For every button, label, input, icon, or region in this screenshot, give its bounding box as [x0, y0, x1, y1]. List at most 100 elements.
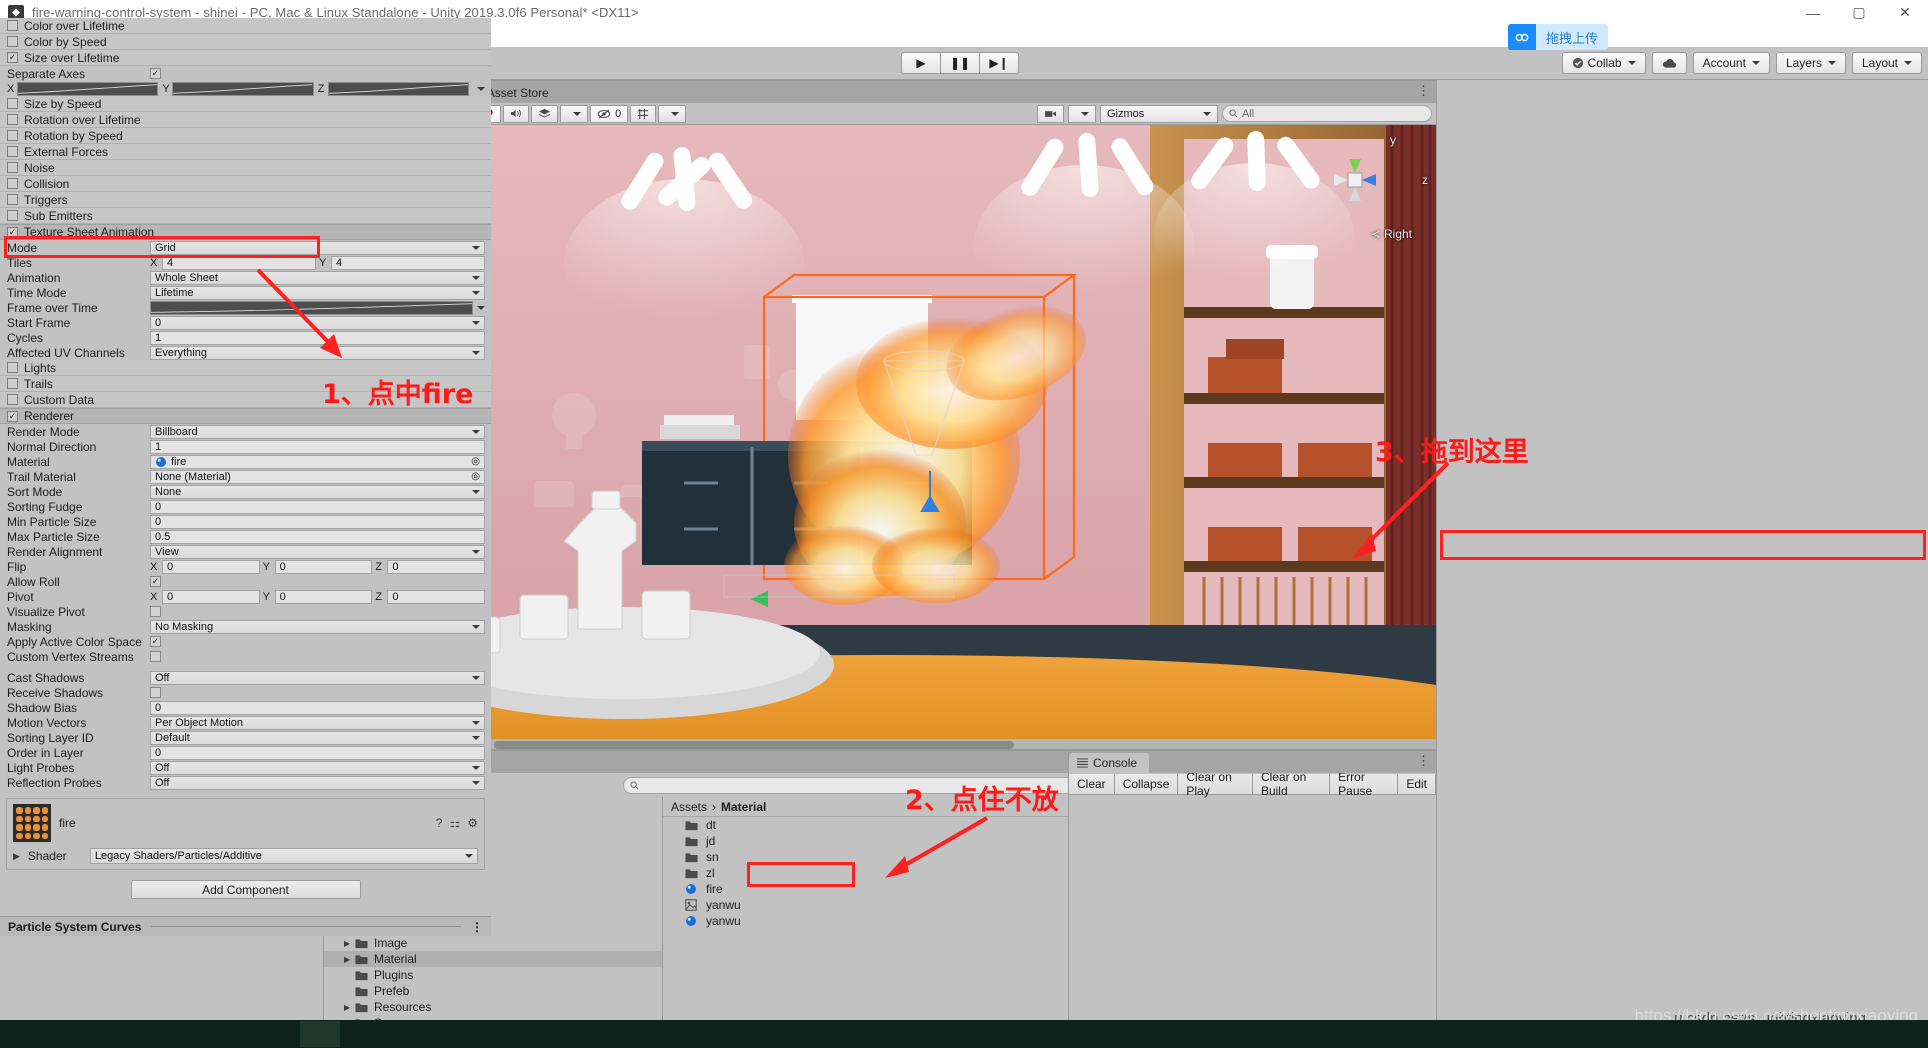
scene-hidden-objects-toggle[interactable]: 0 — [590, 104, 629, 123]
upload-badge[interactable]: 拖拽上传 — [1507, 24, 1608, 50]
property-input[interactable]: 0 — [150, 514, 485, 529]
collab-button[interactable]: Collab — [1561, 52, 1646, 74]
gear-icon[interactable]: ⚙ — [467, 816, 478, 830]
inspector-body[interactable]: Color over Lifetime Color by Speed ✓ Size o… — [0, 18, 491, 936]
checkbox[interactable] — [7, 146, 18, 157]
axis-input-z[interactable]: 0 — [387, 559, 486, 574]
property-input[interactable]: 0 — [150, 745, 485, 760]
property-dropdown[interactable]: Lifetime — [150, 285, 485, 300]
axis-input-y[interactable]: 0 — [274, 559, 373, 574]
inspector-module-size-by-speed[interactable]: Size by Speed — [0, 96, 491, 112]
layers-button[interactable]: Layers — [1775, 52, 1846, 74]
inspector-module-noise[interactable]: Noise — [0, 160, 491, 176]
shader-dropdown[interactable]: Legacy Shaders/Particles/Additive — [89, 848, 478, 864]
property-dropdown[interactable]: Off — [150, 775, 485, 790]
disclosure-triangle-icon[interactable]: ▶ — [344, 939, 355, 948]
disclosure-triangle-icon[interactable]: ▶ — [344, 955, 355, 964]
checkbox[interactable] — [7, 20, 18, 31]
checkbox[interactable] — [7, 362, 18, 373]
inspector-module-triggers[interactable]: Triggers — [0, 192, 491, 208]
size-curve-y[interactable] — [172, 81, 314, 96]
project-tree-item-material[interactable]: ▶ Material — [324, 951, 662, 967]
scene-grid-toggle[interactable] — [630, 104, 657, 123]
scene-fx-dropdown[interactable] — [560, 104, 589, 123]
property-input[interactable]: 0.5 — [150, 529, 485, 544]
object-picker-icon[interactable]: ◎ — [471, 471, 480, 482]
checkbox[interactable] — [7, 394, 18, 405]
property-curve-field[interactable] — [150, 300, 473, 315]
axis-input-x[interactable]: 0 — [162, 589, 260, 604]
scene-audio-toggle[interactable] — [503, 104, 530, 123]
project-tree-item-plugins[interactable]: Plugins — [324, 967, 662, 983]
pause-button[interactable]: ❚❚ — [940, 52, 980, 74]
console-panel-menu-icon[interactable]: ⋮ — [1417, 754, 1430, 767]
inspector-module-collision[interactable]: Collision — [0, 176, 491, 192]
checkbox[interactable] — [7, 114, 18, 125]
checkbox[interactable]: ✓ — [150, 68, 161, 79]
checkbox[interactable]: ✓ — [150, 636, 161, 647]
scene-fx-toggle[interactable] — [531, 104, 559, 123]
property-input[interactable]: 1 — [150, 439, 485, 454]
scene-panel-menu-icon[interactable]: ⋮ — [1417, 84, 1430, 97]
console-collapse-button[interactable]: Collapse — [1114, 773, 1179, 794]
checkbox[interactable]: ✓ — [7, 410, 18, 422]
property-dropdown[interactable]: No Masking — [150, 619, 485, 634]
play-button[interactable]: ▶ — [901, 52, 941, 74]
layout-button[interactable]: Layout — [1851, 52, 1922, 74]
scene-grid-dropdown[interactable] — [658, 104, 687, 123]
property-input[interactable]: 0 — [150, 700, 485, 715]
breadcrumb-item-assets[interactable]: Assets — [671, 800, 707, 814]
inspector-module-size-over-lifetime[interactable]: ✓ Size over Lifetime — [0, 50, 491, 66]
scene-camera-settings-icon[interactable] — [1037, 104, 1064, 123]
property-dropdown[interactable]: None — [150, 484, 485, 499]
property-object-field[interactable]: None (Material) ◎ — [150, 469, 485, 484]
inspector-module-color-by-speed[interactable]: Color by Speed — [0, 34, 491, 50]
inspector-module-lights[interactable]: Lights — [0, 360, 491, 376]
axis-input-y[interactable]: 0 — [274, 589, 373, 604]
gizmos-dropdown[interactable]: Gizmos — [1100, 104, 1218, 123]
checkbox[interactable] — [150, 606, 161, 617]
project-tree-item-resources[interactable]: ▶ Resources — [324, 999, 662, 1015]
step-button[interactable]: ▶❙ — [979, 52, 1019, 74]
project-tree-item-prefeb[interactable]: Prefeb — [324, 983, 662, 999]
scene-orientation-gizmo[interactable] — [1312, 137, 1398, 223]
axis-input-y[interactable]: 4 — [331, 255, 485, 270]
console-clear-button[interactable]: Clear — [1069, 773, 1115, 794]
size-curve-x[interactable] — [17, 81, 159, 96]
checkbox[interactable] — [150, 687, 161, 698]
checkbox[interactable] — [7, 98, 18, 109]
property-object-field[interactable]: fire ◎ — [150, 454, 485, 469]
console-log-area[interactable] — [1069, 795, 1436, 1047]
object-picker-icon[interactable]: ◎ — [471, 456, 480, 467]
inspector-module-color-over-lifetime[interactable]: Color over Lifetime — [0, 18, 491, 34]
console-error-pause-button[interactable]: Error Pause — [1330, 770, 1399, 798]
property-dropdown[interactable]: Default — [150, 730, 485, 745]
axis-input-x[interactable]: 0 — [162, 559, 260, 574]
checkbox[interactable] — [7, 178, 18, 189]
add-component-button[interactable]: Add Component — [130, 880, 361, 899]
checkbox[interactable]: ✓ — [7, 226, 18, 238]
axis-input-z[interactable]: 0 — [387, 589, 486, 604]
help-icon[interactable]: ? — [436, 816, 443, 830]
scene-search-input[interactable]: All — [1222, 105, 1432, 122]
property-input[interactable]: 1 — [150, 330, 485, 345]
inspector-module-trails[interactable]: Trails — [0, 376, 491, 392]
console-edit-button[interactable]: Edit — [1398, 773, 1437, 794]
property-dropdown[interactable]: Per Object Motion — [150, 715, 485, 730]
property-dropdown[interactable]: View — [150, 544, 485, 559]
taskbar-item[interactable] — [300, 1021, 340, 1047]
axis-input-x[interactable]: 4 — [162, 255, 316, 270]
checkbox[interactable] — [7, 194, 18, 205]
texture-sheet-animation-header[interactable]: ✓ Texture Sheet Animation — [0, 224, 491, 240]
console-clear-on-build-button[interactable]: Clear on Build — [1252, 770, 1331, 798]
account-button[interactable]: Account — [1692, 52, 1770, 74]
property-dropdown[interactable]: 0 — [150, 315, 485, 330]
checkbox[interactable]: ✓ — [150, 576, 161, 587]
maximize-button[interactable]: ▢ — [1836, 0, 1882, 25]
checkbox[interactable] — [7, 130, 18, 141]
checkbox[interactable] — [150, 651, 161, 662]
property-dropdown[interactable]: Off — [150, 760, 485, 775]
renderer-header[interactable]: ✓ Renderer — [0, 408, 491, 424]
cloud-button[interactable] — [1651, 52, 1687, 74]
scene-camera-dropdown[interactable] — [1068, 104, 1096, 123]
